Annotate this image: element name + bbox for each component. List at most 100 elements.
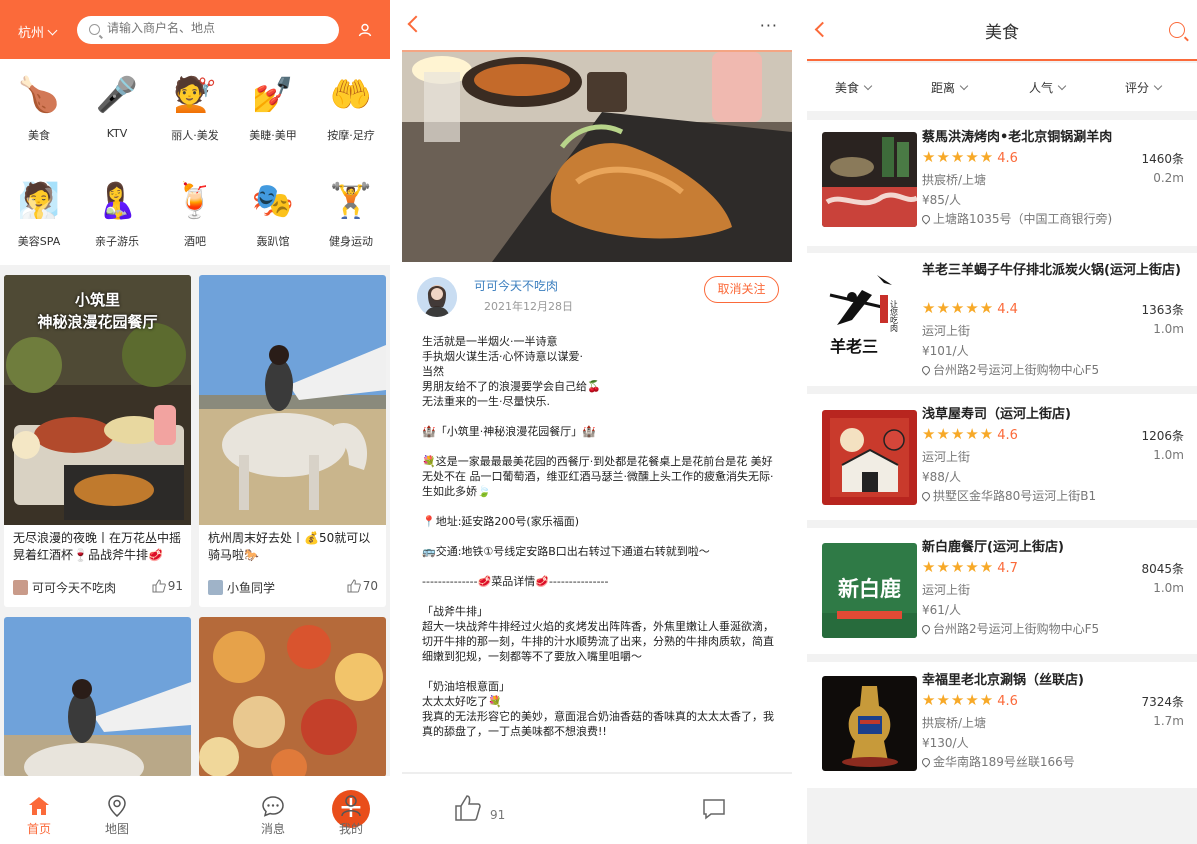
search-icon — [89, 24, 100, 35]
category-label: 丽人·美发 — [171, 129, 219, 142]
filter-popularity[interactable]: 人气 — [1029, 79, 1067, 96]
post-body-line: 无法重来的一生·尽量快乐. — [422, 395, 550, 408]
post-body-line: 手执烟火谋生活·心怀诗意以谋爱· — [422, 350, 583, 363]
shop-item[interactable]: 浅草屋寿司（运河上街店) ★★★★★ 4.6 1206条 运河上街 1.0m ¥88/… — [807, 394, 1197, 520]
shop-item[interactable]: 新白鹿 新白鹿餐厅(运河上街店) ★★★★★ 4.7 8045条 运河上街 1.0m … — [807, 528, 1197, 654]
post-body-line: 太太太好吃了💐 — [422, 695, 502, 708]
post-image — [4, 617, 191, 777]
category-label: KTV — [106, 127, 128, 140]
star-rating-icon: ★★★★★ — [922, 299, 995, 317]
search-bar[interactable] — [77, 16, 339, 44]
rating-score: 4.4 — [997, 302, 1018, 317]
post-body-line: 「奶油培根意面」 — [422, 680, 510, 693]
author-name[interactable]: 可可今天不吃肉 — [474, 277, 558, 294]
tab-map[interactable]: 地图 — [78, 776, 156, 844]
post-likes[interactable]: 91 — [152, 579, 183, 593]
home-icon — [29, 797, 49, 815]
list-header: 美食 — [807, 0, 1197, 61]
post-body-line — [422, 664, 774, 679]
tab-label: 地图 — [104, 822, 129, 836]
post-body-line — [422, 559, 774, 574]
post-image: 小筑里 神秘浪漫花园餐厅 — [4, 275, 191, 525]
food-list-screen: 美食 美食 距离 人气 评分 蔡馬洪涛烤肉•老北京铜锅涮羊肉 ★★★★★ 4.6 1… — [807, 0, 1197, 844]
shop-price: ¥85/人 — [922, 193, 961, 207]
shop-item[interactable]: 蔡馬洪涛烤肉•老北京铜锅涮羊肉 ★★★★★ 4.6 1460条 拱宸桥/上塘 0.2m… — [807, 120, 1197, 246]
search-input[interactable] — [107, 21, 317, 35]
shop-price: ¥101/人 — [922, 344, 969, 358]
address-row: 台州路2号运河上街购物中心F5 — [920, 620, 1184, 637]
review-count: 1363条 — [1141, 303, 1184, 317]
shop-item[interactable]: 幸福里老北京涮锅（丝联店) ★★★★★ 4.6 7324条 拱宸桥/上塘 1.7m ¥… — [807, 662, 1197, 788]
post-body: 生活就是一半烟火·一半诗意 手执烟火谋生活·心怀诗意以谋爱· 当然 男朋友给不了的浪漫… — [422, 334, 774, 771]
shop-name: 羊老三羊蝎子牛仔排北派炭火锅(运河上街店) — [922, 263, 1181, 278]
rating-row: ★★★★★ 4.4 1363条 — [922, 299, 1184, 317]
category-grid: 🍗 美食 🎤 KTV 💇 丽人·美发 💅 美睫·美甲 🤲 按摩·足疗 🧖 美容SPA 🤱 亲子… — [0, 59, 390, 265]
dumbbell-icon: 🏋 — [329, 181, 373, 221]
shop-area: 运河上街 — [922, 324, 971, 338]
category-fitness[interactable]: 🏋 健身运动 — [312, 175, 390, 249]
shop-area: 运河上街 — [922, 450, 971, 464]
tab-post[interactable]: + — [156, 776, 370, 844]
thumbs-up-icon — [455, 795, 481, 821]
category-label: 酒吧 — [184, 235, 206, 248]
category-food[interactable]: 🍗 美食 — [0, 69, 78, 143]
post-image-caption: 小筑里 神秘浪漫花园餐厅 — [37, 291, 158, 331]
category-spa[interactable]: 🧖 美容SPA — [0, 175, 78, 249]
filter-rating[interactable]: 评分 — [1125, 79, 1163, 96]
rating-row: ★★★★★ 4.6 1460条 — [922, 148, 1184, 166]
post-image — [199, 617, 386, 777]
category-lash-nail[interactable]: 💅 美睫·美甲 — [234, 69, 312, 143]
category-massage[interactable]: 🤲 按摩·足疗 — [312, 69, 390, 143]
like-button[interactable]: 91 — [454, 794, 505, 822]
avatar[interactable] — [417, 277, 457, 317]
tab-label: 首页 — [26, 822, 51, 836]
chevron-down-icon — [47, 25, 58, 36]
shop-address: 上塘路1035号（中国工商银行旁) — [933, 212, 1113, 226]
tab-messages[interactable]: 消息 — [234, 776, 312, 844]
tab-profile[interactable]: 我的 — [312, 776, 390, 844]
post-body-line: 「战斧牛排」 — [422, 605, 488, 618]
chevron-down-icon — [863, 81, 873, 91]
unfollow-button[interactable]: 取消关注 — [704, 276, 779, 303]
post-card[interactable] — [199, 617, 386, 777]
shop-item[interactable]: 让您吃肉 羊老三 羊老三羊蝎子牛仔排北派炭火锅(运河上街店) ★★★★★ 4.4 1… — [807, 253, 1197, 386]
shop-name: 蔡馬洪涛烤肉•老北京铜锅涮羊肉 — [922, 130, 1113, 145]
address-row: 拱墅区金华路80号运河上街B1 — [920, 487, 1184, 504]
category-family[interactable]: 🤱 亲子游乐 — [78, 175, 156, 249]
category-beauty-hair[interactable]: 💇 丽人·美发 — [156, 69, 234, 143]
post-card[interactable]: 杭州周末好去处丨💰50就可以骑马啦🐎 小鱼同学 70 — [199, 275, 386, 607]
user-icon[interactable] — [358, 23, 372, 37]
address-row: 台州路2号运河上街购物中心F5 — [920, 361, 1184, 378]
category-bar[interactable]: 🍹 酒吧 — [156, 175, 234, 249]
shop-image — [822, 410, 917, 505]
shop-image: 让您吃肉 羊老三 — [822, 265, 917, 360]
category-ktv[interactable]: 🎤 KTV — [78, 69, 156, 140]
search-icon[interactable] — [1169, 22, 1185, 38]
post-photo — [402, 52, 792, 262]
review-count: 7324条 — [1141, 695, 1184, 709]
post-author-row: 可可今天不吃肉 2021年12月28日 取消关注 — [402, 262, 792, 322]
tab-home[interactable]: 首页 — [0, 776, 78, 844]
post-card[interactable]: 小筑里 神秘浪漫花园餐厅 无尽浪漫的夜晚丨在万花丛中摇晃着红酒杯🍷品战斧牛排🥩 … — [4, 275, 191, 607]
home-screen: 杭州 🍗 美食 🎤 KTV 💇 丽人·美发 💅 美睫·美甲 🤲 按摩·足疗 🧖 美容SPA … — [0, 0, 390, 844]
back-arrow-icon[interactable] — [407, 15, 425, 33]
likes-count: 91 — [167, 579, 183, 593]
review-count: 1460条 — [1141, 152, 1184, 166]
face-mask-icon: 🧖 — [17, 181, 61, 221]
post-likes[interactable]: 70 — [347, 579, 378, 593]
shop-image — [822, 132, 917, 227]
home-header: 杭州 — [0, 0, 390, 59]
filter-label: 人气 — [1029, 81, 1054, 95]
category-party[interactable]: 🎭 轰趴馆 — [234, 175, 312, 249]
city-selector[interactable]: 杭州 — [18, 22, 58, 41]
author-name: 小鱼同学 — [227, 581, 276, 595]
filter-distance[interactable]: 距离 — [931, 79, 969, 96]
filter-category[interactable]: 美食 — [835, 79, 873, 96]
post-card[interactable] — [4, 617, 191, 777]
post-detail-screen: ··· 可可今天不吃肉 2021年12月28日 取消关注 生活就是一半烟火·一半… — [402, 0, 792, 844]
filter-label: 距离 — [931, 81, 956, 95]
shop-name: 浅草屋寿司（运河上街店) — [922, 407, 1071, 422]
more-icon[interactable]: ··· — [760, 16, 778, 35]
comment-icon[interactable] — [702, 798, 726, 820]
post-body-line — [422, 529, 774, 544]
